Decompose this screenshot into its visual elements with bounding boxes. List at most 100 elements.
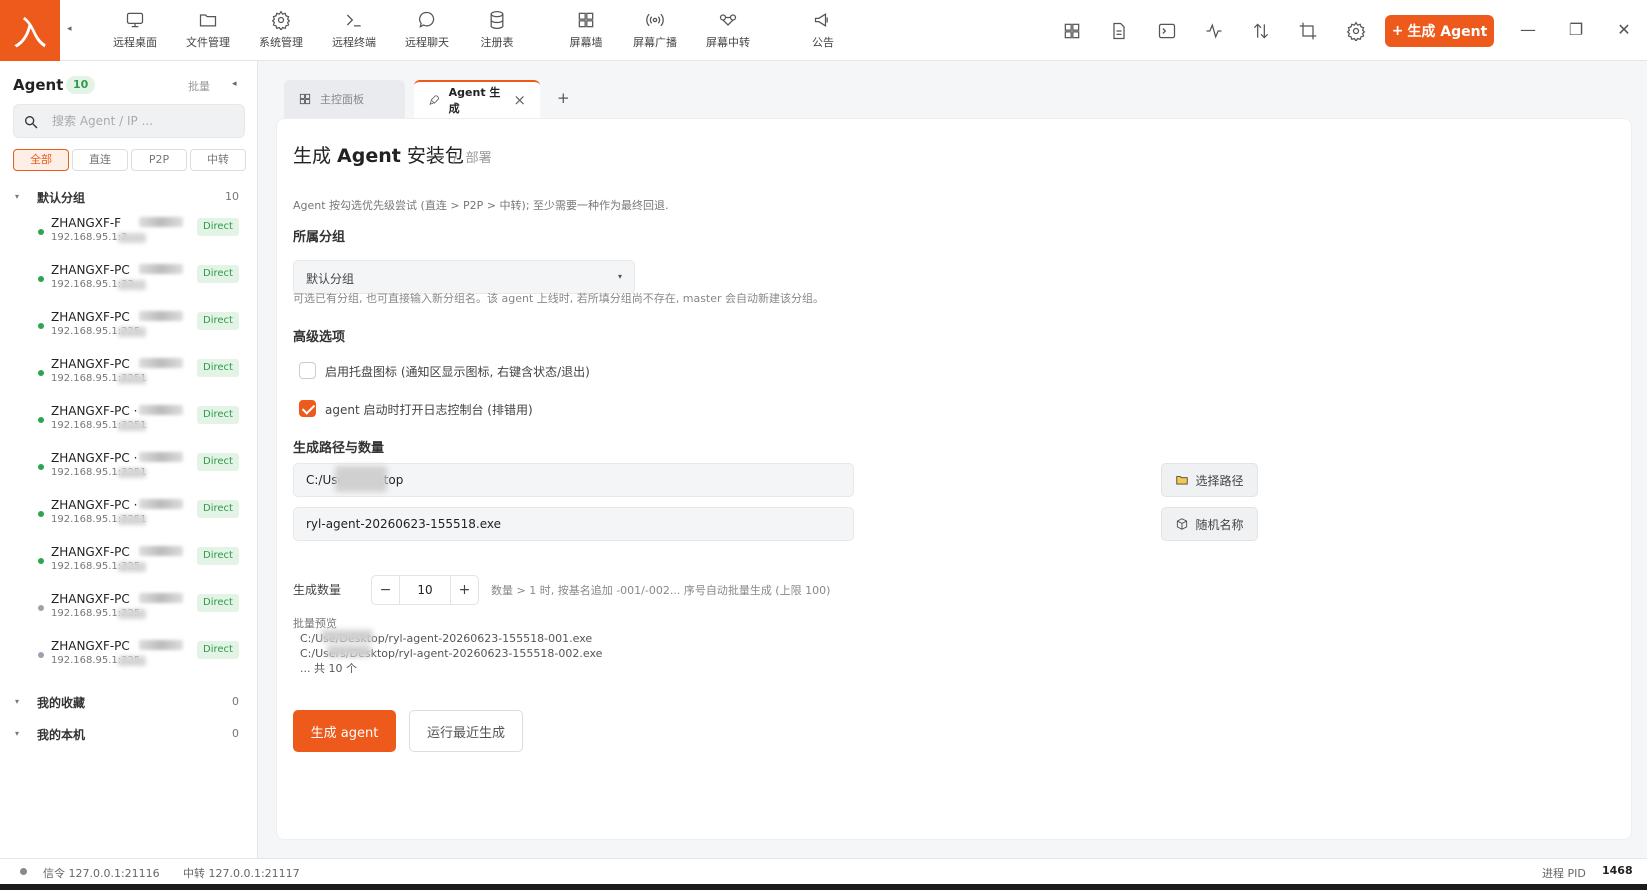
minimize-icon[interactable]: — bbox=[1518, 20, 1538, 40]
tab-dashboard[interactable]: 主控面板 bbox=[284, 80, 405, 118]
restore-icon[interactable]: ❐ bbox=[1566, 20, 1586, 40]
group-count: 0 bbox=[232, 695, 239, 708]
sidebar: Agent 10 批量 ◂ 全部 直连 P2P 中转 ▾ 默认分组 10 ZHA… bbox=[0, 61, 258, 858]
nav-screen-relay[interactable]: 屏幕中转 bbox=[693, 10, 763, 54]
sidebar-title: Agent bbox=[13, 76, 64, 94]
log-console-checkbox[interactable] bbox=[299, 400, 316, 417]
nav-system-manager[interactable]: 系统管理 bbox=[246, 10, 316, 54]
add-tab-button[interactable]: + bbox=[557, 89, 570, 107]
group-favorites[interactable]: ▾ 我的收藏 0 bbox=[15, 694, 245, 712]
nav-remote-chat[interactable]: 远程聊天 bbox=[392, 10, 462, 54]
nav-label: 屏幕墙 bbox=[569, 36, 603, 49]
quantity-input[interactable] bbox=[401, 576, 449, 604]
caret-left-icon[interactable]: ◂ bbox=[67, 24, 72, 34]
app-logo[interactable]: 入 bbox=[0, 0, 60, 61]
generate-button[interactable]: 生成 agent bbox=[293, 710, 396, 752]
agent-search-input[interactable] bbox=[52, 105, 242, 137]
agent-list-item[interactable]: ZHANGXF-PC 192.168.95.1:32 Direct bbox=[0, 261, 250, 301]
batch-button[interactable]: 批量 bbox=[188, 78, 210, 94]
agent-list-item[interactable]: ZHANGXF-PC 192.168.95.1:325 Direct bbox=[0, 590, 250, 630]
choose-path-label: 选择路径 bbox=[1195, 473, 1244, 488]
random-name-button[interactable]: 随机名称 bbox=[1161, 507, 1258, 541]
filter-direct[interactable]: 直连 bbox=[72, 149, 128, 171]
nav-label: 注册表 bbox=[480, 36, 514, 49]
collapse-sidebar-icon[interactable]: ◂ bbox=[232, 79, 237, 89]
breadcrumb-item[interactable]: 部署 bbox=[466, 151, 492, 166]
redacted-segment bbox=[139, 546, 183, 556]
group-select[interactable]: 默认分组 ▾ bbox=[293, 260, 635, 294]
settings-icon[interactable] bbox=[1344, 19, 1368, 43]
nav-screen-wall[interactable]: 屏幕墙 bbox=[551, 10, 621, 54]
quantity-hint: 数量 > 1 时, 按基名追加 -001/-002... 序号自动批量生成 (上… bbox=[491, 584, 831, 597]
choose-path-button[interactable]: 选择路径 bbox=[1161, 463, 1258, 497]
agent-list-item[interactable]: ZHANGXF-PC · 192.168.95.1:3251 Direct bbox=[0, 449, 250, 489]
grid-icon bbox=[578, 12, 594, 28]
agent-search bbox=[13, 104, 245, 138]
nav-file-manager[interactable]: 文件管理 bbox=[173, 10, 243, 54]
status-dot bbox=[38, 511, 44, 517]
status-dot bbox=[38, 229, 44, 235]
increment-button[interactable]: + bbox=[450, 576, 478, 604]
agent-name: ZHANGXF-PC bbox=[51, 263, 130, 277]
dashboard-icon[interactable] bbox=[1060, 19, 1084, 43]
agent-name: ZHANGXF-PC bbox=[51, 592, 130, 606]
filter-relay[interactable]: 中转 bbox=[190, 149, 246, 171]
nav-announcement[interactable]: 公告 bbox=[788, 10, 858, 54]
tab-close-icon[interactable]: × bbox=[513, 91, 526, 109]
relay-icon bbox=[719, 14, 737, 26]
quantity-label: 生成数量 bbox=[293, 583, 342, 597]
tray-icon-checkbox[interactable] bbox=[299, 362, 316, 379]
redacted-segment bbox=[335, 466, 387, 492]
app-window: 入 ◂ 远程桌面 文件管理 系统管理 远程终端 远程聊天 注册表 屏幕墙 屏幕广… bbox=[0, 0, 1647, 884]
close-icon[interactable]: ✕ bbox=[1614, 20, 1634, 40]
tab-agent-generate[interactable]: Agent 生成 × bbox=[414, 80, 540, 118]
filter-all[interactable]: 全部 bbox=[13, 149, 69, 171]
nav-screen-broadcast[interactable]: 屏幕广播 bbox=[620, 10, 690, 54]
connection-badge: Direct bbox=[197, 359, 239, 377]
quantity-stepper: − + bbox=[371, 575, 479, 605]
agent-count-badge: 10 bbox=[66, 76, 96, 94]
agent-list-item[interactable]: ZHANGXF-F 192.168.95.1:3 Direct bbox=[0, 214, 250, 254]
nav-remote-terminal[interactable]: 远程终端 bbox=[319, 10, 389, 54]
redacted-segment bbox=[118, 609, 146, 619]
breadcrumb-separator: / bbox=[453, 151, 458, 166]
group-name: 默认分组 bbox=[37, 191, 86, 205]
decrement-button[interactable]: − bbox=[372, 576, 400, 604]
filter-p2p[interactable]: P2P bbox=[131, 149, 187, 171]
agent-name: ZHANGXF-PC bbox=[51, 310, 130, 324]
agent-list-item[interactable]: ZHANGXF-PC · 192.168.95.1:3251 Direct bbox=[0, 496, 250, 536]
redacted-segment bbox=[139, 264, 183, 274]
agent-list-item[interactable]: ZHANGXF-PC 192.168.95.1:3251 Direct bbox=[0, 355, 250, 395]
group-local[interactable]: ▾ 我的本机 0 bbox=[15, 726, 245, 744]
generate-agent-label: 生成 Agent bbox=[1407, 24, 1488, 40]
group-default[interactable]: ▾ 默认分组 10 bbox=[15, 189, 245, 207]
caret-down-icon: ▾ bbox=[15, 729, 20, 738]
filename-field[interactable] bbox=[293, 507, 854, 541]
redacted-segment bbox=[118, 468, 146, 478]
group-hint: 可选已有分组, 也可直接输入新分组名。该 agent 上线时, 若所填分组尚不存… bbox=[293, 292, 825, 305]
console-icon[interactable] bbox=[1155, 19, 1179, 43]
nav-registry[interactable]: 注册表 bbox=[462, 10, 532, 54]
chat-icon bbox=[419, 11, 435, 28]
status-dot bbox=[38, 464, 44, 470]
document-icon[interactable] bbox=[1107, 19, 1131, 43]
status-bar: 信令 127.0.0.1:21116 中转 127.0.0.1:21117 进程… bbox=[0, 858, 1647, 884]
agent-name: ZHANGXF-PC bbox=[51, 357, 130, 371]
plus-icon: + bbox=[1391, 23, 1404, 39]
nav-label: 系统管理 bbox=[259, 36, 303, 49]
generate-agent-button[interactable]: + 生成 Agent bbox=[1385, 15, 1494, 47]
connection-badge: Direct bbox=[197, 500, 239, 518]
agent-list-item[interactable]: ZHANGXF-PC 192.168.95.1:325 Direct bbox=[0, 543, 250, 583]
nav-label: 公告 bbox=[812, 36, 834, 49]
connection-badge: Direct bbox=[197, 312, 239, 330]
transfer-icon[interactable] bbox=[1249, 19, 1273, 43]
nav-remote-desktop[interactable]: 远程桌面 bbox=[100, 10, 170, 54]
crop-icon[interactable] bbox=[1296, 19, 1320, 43]
agent-list-item[interactable]: ZHANGXF-PC 192.168.95.1:325 Direct bbox=[0, 637, 250, 677]
agent-name: ZHANGXF-PC · bbox=[51, 404, 138, 418]
run-latest-button[interactable]: 运行最近生成 bbox=[409, 710, 523, 752]
dashboard-icon bbox=[299, 93, 311, 105]
activity-icon[interactable] bbox=[1202, 19, 1226, 43]
agent-list-item[interactable]: ZHANGXF-PC · 192.168.95.1:3251 Direct bbox=[0, 402, 250, 442]
agent-list-item[interactable]: ZHANGXF-PC 192.168.95.1:325 Direct bbox=[0, 308, 250, 348]
